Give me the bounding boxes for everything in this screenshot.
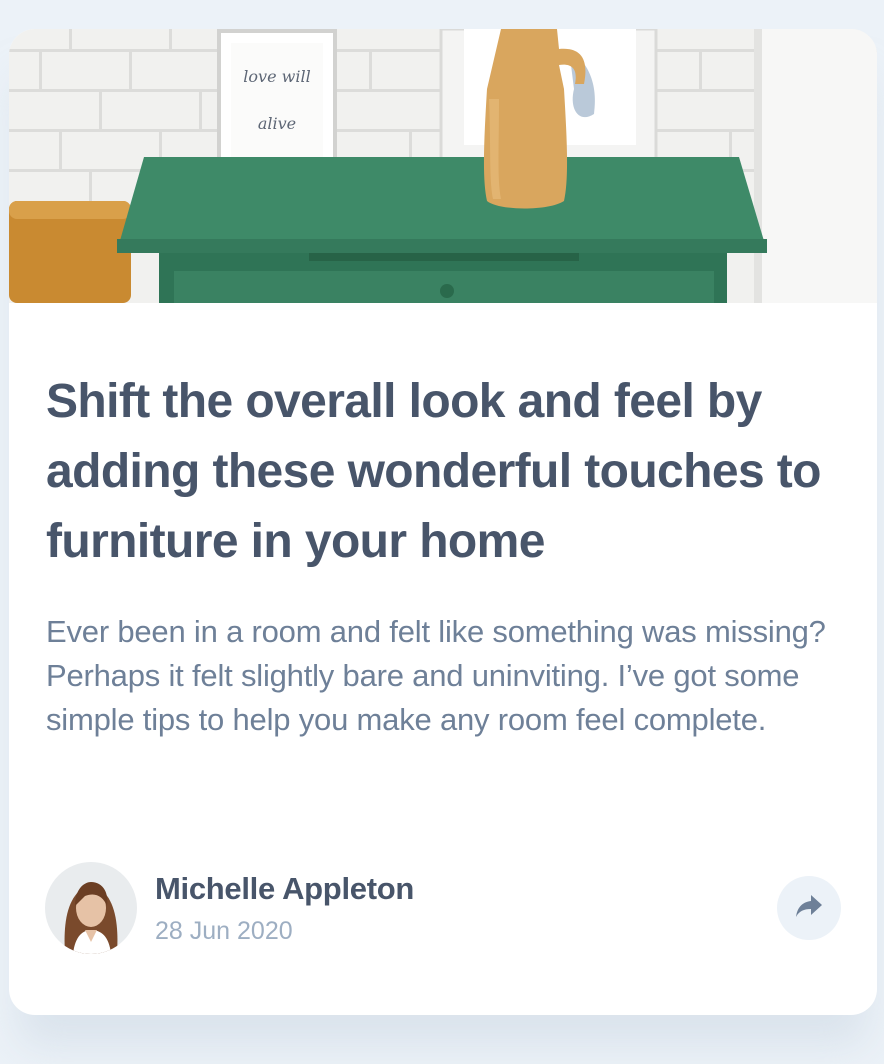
- article-excerpt: Ever been in a room and felt like someth…: [46, 614, 826, 737]
- avatar: [45, 862, 137, 954]
- publish-date: 28 Jun 2020: [155, 917, 293, 945]
- author-info: Michelle Appleton 28 Jun 2020: [45, 862, 414, 954]
- article-card: love will alive Shift the overall look a…: [9, 29, 877, 1015]
- article-title[interactable]: Shift the overall look and feel by addin…: [46, 367, 846, 577]
- hero-image: love will alive: [9, 29, 877, 303]
- svg-text:alive: alive: [258, 114, 296, 133]
- share-icon: [796, 894, 822, 922]
- share-button[interactable]: [777, 876, 841, 940]
- frame-quote-text: love will: [243, 67, 310, 86]
- author-name: Michelle Appleton: [155, 871, 414, 906]
